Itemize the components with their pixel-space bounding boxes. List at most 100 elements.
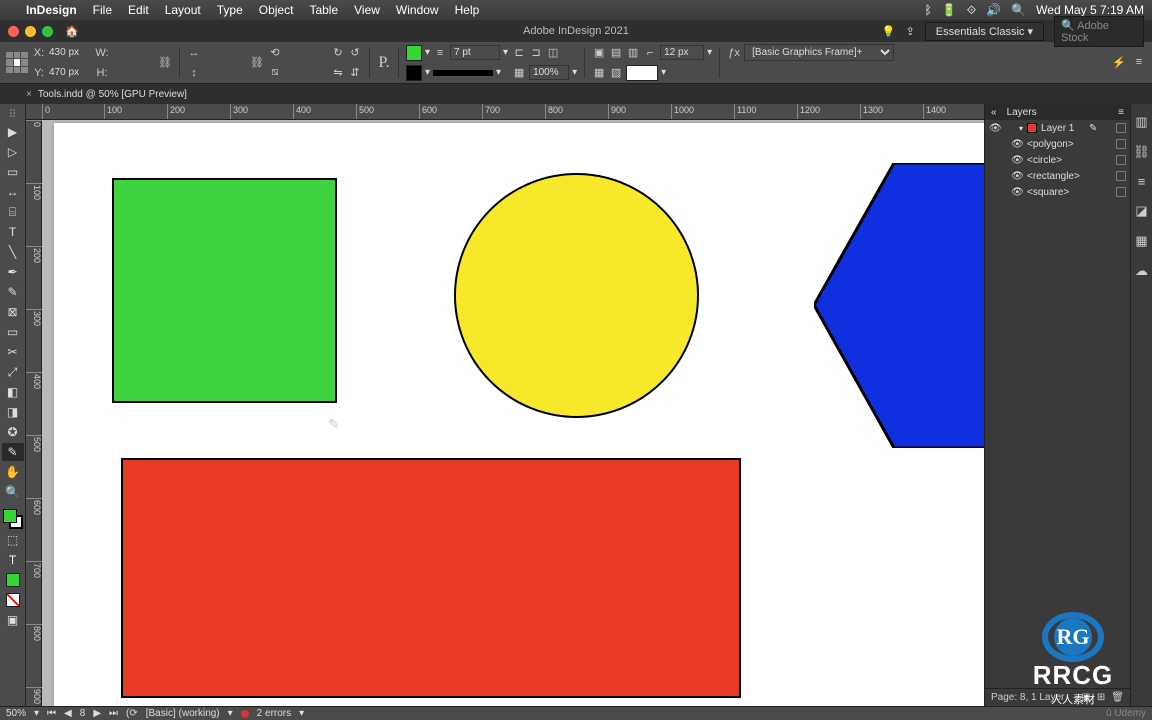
circle-shape[interactable] — [454, 173, 699, 418]
delete-layer-icon[interactable]: 🗑 — [1111, 692, 1124, 703]
cc-libraries-icon[interactable]: ☁ — [1135, 263, 1148, 279]
stroke-panel-icon[interactable]: ≡ — [1138, 174, 1146, 189]
tab-close-icon[interactable]: × — [26, 89, 32, 100]
share-icon[interactable]: ⇪ — [906, 25, 915, 38]
toolbox-grip-icon[interactable]: ⠿ — [8, 108, 16, 121]
object-row-circle[interactable]: 👁 <circle> — [985, 152, 1130, 168]
square-shape[interactable] — [112, 178, 337, 403]
preflight-errors[interactable]: 2 errors — [257, 708, 291, 719]
object-name[interactable]: <rectangle> — [1027, 171, 1080, 182]
layer-row[interactable]: 👁 ▾ Layer 1 ✎ — [985, 120, 1130, 136]
pages-panel-icon[interactable]: ▥ — [1135, 114, 1147, 130]
p-icon[interactable]: P. — [377, 54, 391, 72]
x-field[interactable] — [49, 47, 91, 58]
fill-color-icon[interactable] — [3, 509, 17, 523]
new-layer-icon[interactable]: ▣ — [1081, 692, 1090, 703]
layers-tab[interactable]: Layers — [1001, 106, 1043, 119]
direct-selection-tool[interactable]: ▷ — [2, 143, 24, 161]
rectangle-tool[interactable]: ▭ — [2, 323, 24, 341]
object-row-rectangle[interactable]: 👁 <rectangle> — [985, 168, 1130, 184]
gradient-swatch-tool[interactable]: ◧ — [2, 383, 24, 401]
default-fill-stroke-icon[interactable]: ⬚ — [2, 531, 24, 549]
object-target-icon[interactable] — [1116, 187, 1126, 197]
textwrap-none-icon[interactable]: ▣ — [592, 46, 606, 59]
view-mode-icon[interactable]: ▣ — [2, 611, 24, 629]
stock-search-input[interactable]: 🔍 Adobe Stock — [1054, 16, 1144, 47]
object-target-icon[interactable] — [1116, 171, 1126, 181]
fill-swatch[interactable] — [406, 45, 422, 61]
gradient-feather-tool[interactable]: ◨ — [2, 403, 24, 421]
menu-object[interactable]: Object — [251, 3, 302, 17]
visibility-icon[interactable]: 👁 — [1011, 187, 1023, 198]
flip-v-icon[interactable]: ⇵ — [348, 66, 362, 79]
link-wh-icon[interactable]: ⛓ — [158, 56, 172, 69]
color-panel-icon[interactable]: ◪ — [1135, 203, 1147, 219]
window-close-icon[interactable] — [8, 26, 19, 37]
object-style-dropdown[interactable]: [Basic Graphics Frame]+ — [744, 44, 894, 61]
quick-apply-icon[interactable]: ⚡ — [1112, 56, 1126, 69]
prev-page-icon[interactable]: ◀ — [64, 708, 72, 719]
object-name[interactable]: <circle> — [1027, 155, 1062, 166]
cap-icon[interactable]: ⊏ — [512, 46, 526, 59]
opacity-field[interactable] — [529, 65, 569, 80]
rotate-field[interactable] — [285, 47, 327, 58]
free-transform-tool[interactable]: ⤢ — [2, 363, 24, 381]
formatting-container-icon[interactable]: T — [2, 551, 24, 569]
window-zoom-icon[interactable] — [42, 26, 53, 37]
preflight-chevron-icon[interactable]: ▾ — [228, 708, 233, 719]
first-page-icon[interactable]: ⏮ — [47, 708, 56, 719]
vertical-ruler[interactable]: 0100200300400500600700800900 — [26, 120, 42, 706]
layers-menu-icon[interactable]: ≡ — [1118, 107, 1124, 118]
preflight-error-icon[interactable] — [241, 710, 249, 718]
stroke-style-chevron[interactable]: ▾ — [496, 67, 501, 78]
visibility-icon[interactable]: 👁 — [1011, 155, 1023, 166]
zoom-tool[interactable]: 🔍 — [2, 483, 24, 501]
corner-shape-chevron[interactable]: ▾ — [661, 67, 666, 78]
last-page-icon[interactable]: ⏭ — [109, 708, 118, 719]
hand-tool[interactable]: ✋ — [2, 463, 24, 481]
y-field[interactable] — [49, 67, 91, 78]
object-row-square[interactable]: 👁 <square> — [985, 184, 1130, 200]
stroke-weight-field[interactable] — [450, 45, 500, 60]
apply-none-icon[interactable] — [2, 591, 24, 609]
preflight-profile[interactable]: [Basic] (working) — [146, 708, 220, 719]
visibility-icon[interactable]: 👁 — [989, 123, 1001, 134]
window-traffic-lights[interactable] — [8, 26, 53, 37]
pencil-tool[interactable]: ✎ — [2, 283, 24, 301]
join-icon[interactable]: ⊐ — [529, 46, 543, 59]
align-stroke-icon[interactable]: ◫ — [546, 46, 560, 59]
pasteboard[interactable]: ✎ — [42, 120, 984, 706]
next-page-icon[interactable]: ▶ — [93, 708, 101, 719]
textwrap-col-icon[interactable]: ▧ — [609, 66, 623, 79]
line-tool[interactable]: ╲ — [2, 243, 24, 261]
stroke-chevron-icon[interactable]: ▾ — [425, 67, 430, 78]
fx-icon[interactable]: ƒx — [727, 47, 741, 59]
object-target-icon[interactable] — [1116, 139, 1126, 149]
eyedropper-tool[interactable]: ✎ — [2, 443, 24, 461]
content-collector-tool[interactable]: ⌸ — [2, 203, 24, 221]
visibility-icon[interactable]: 👁 — [1011, 171, 1023, 182]
menu-layout[interactable]: Layout — [157, 3, 209, 17]
errors-chevron-icon[interactable]: ▾ — [299, 708, 304, 719]
page[interactable]: ✎ — [54, 123, 984, 706]
menu-table[interactable]: Table — [301, 3, 346, 17]
page-tool[interactable]: ▭ — [2, 163, 24, 181]
note-tool[interactable]: ✪ — [2, 423, 24, 441]
textwrap-jump-icon[interactable]: ▦ — [592, 66, 606, 79]
selection-tool[interactable]: ▶ — [2, 123, 24, 141]
corner-field[interactable] — [660, 45, 704, 60]
tips-icon[interactable]: 💡 — [882, 25, 896, 38]
polygon-shape[interactable] — [814, 163, 984, 448]
layers-collapse-icon[interactable]: « — [991, 107, 997, 118]
corner-chevron[interactable]: ▾ — [707, 47, 712, 58]
reference-point-widget[interactable] — [6, 52, 28, 74]
object-name[interactable]: <polygon> — [1027, 139, 1074, 150]
app-menu[interactable]: InDesign — [18, 3, 85, 17]
zoom-level[interactable]: 50% — [6, 708, 26, 719]
rotate-cw-icon[interactable]: ↻ — [331, 46, 345, 59]
stroke-style-preview[interactable] — [433, 70, 493, 76]
object-target-icon[interactable] — [1116, 155, 1126, 165]
object-name[interactable]: <square> — [1027, 187, 1069, 198]
horizontal-ruler[interactable]: 0100200300400500600700800900100011001200… — [26, 104, 984, 120]
type-tool[interactable]: T — [2, 223, 24, 241]
